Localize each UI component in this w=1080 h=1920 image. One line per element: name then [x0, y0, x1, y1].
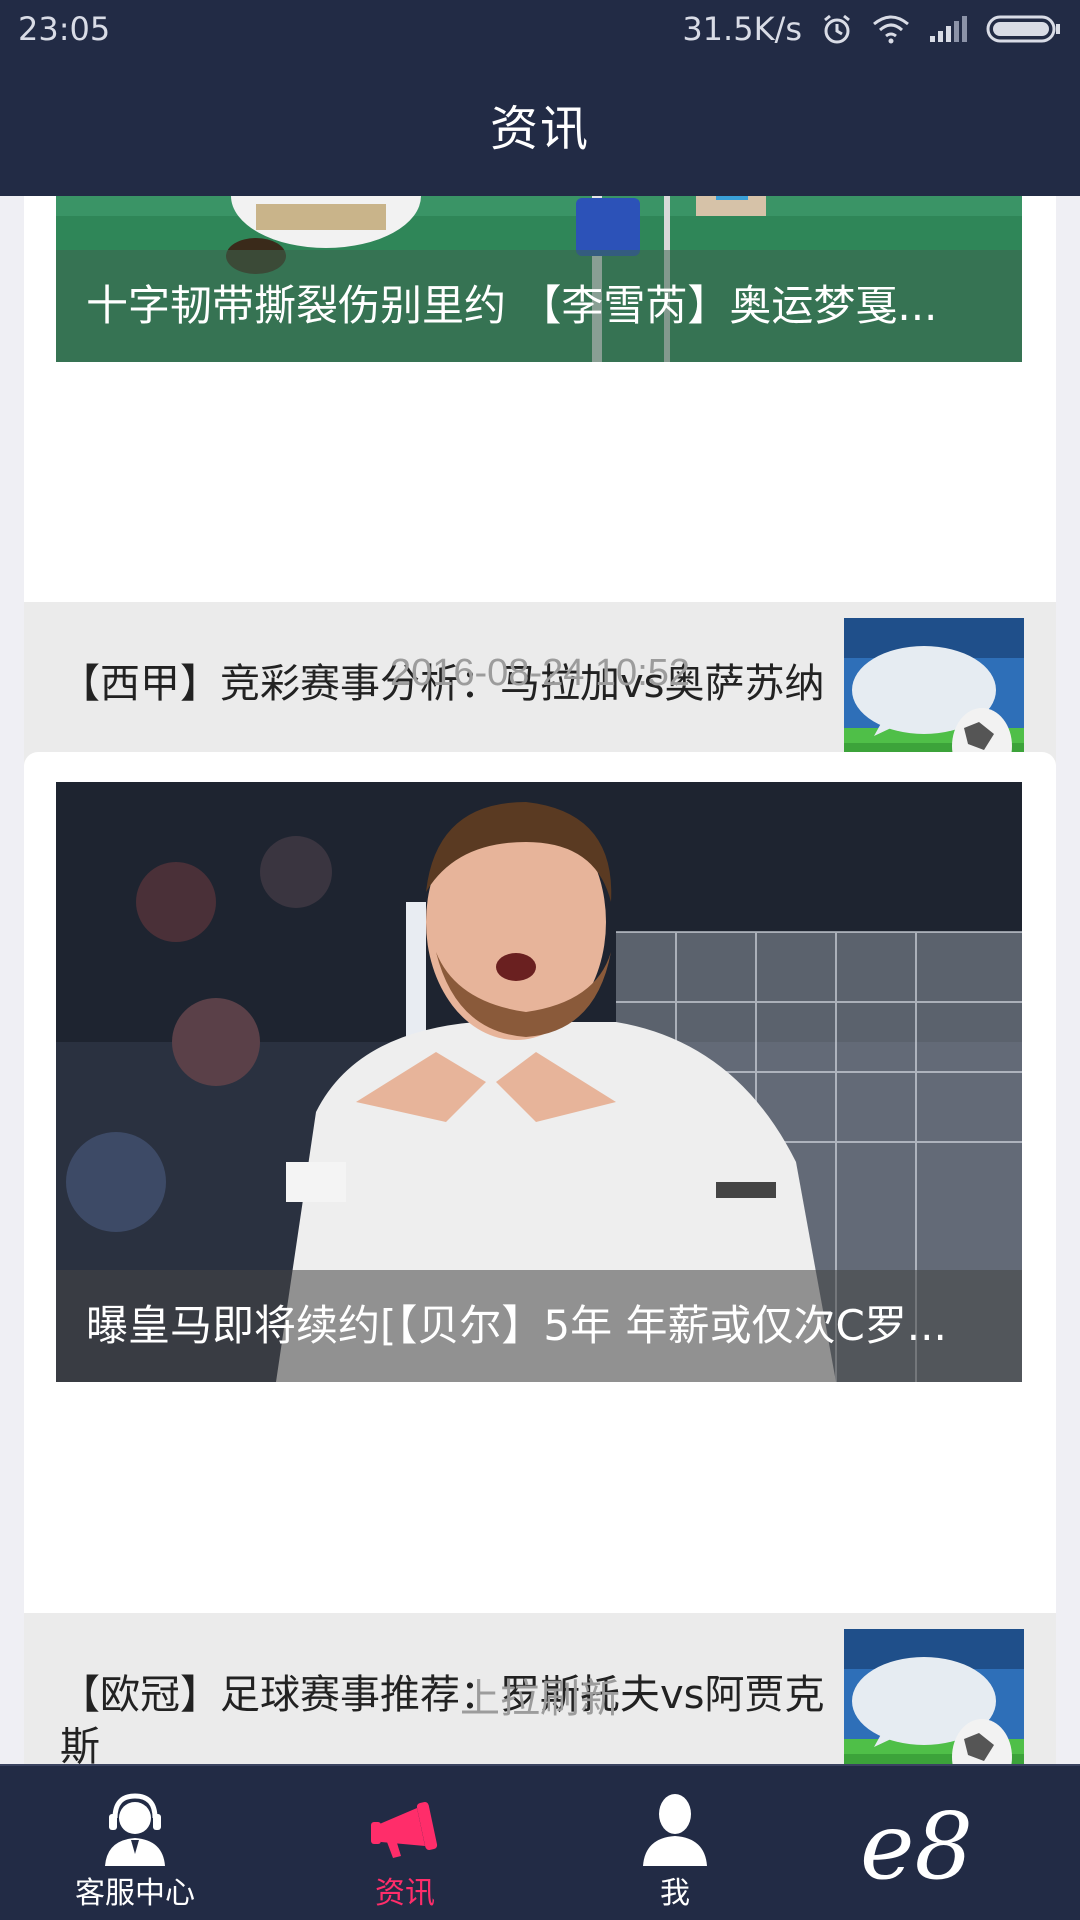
alarm-icon — [824, 14, 850, 44]
tab-me[interactable]: 我 — [540, 1766, 810, 1920]
app-header: 资讯 — [0, 62, 1080, 196]
wifi-icon — [873, 15, 909, 44]
tab-label: 我 — [660, 1876, 690, 1911]
customer-service-icon — [105, 1793, 165, 1866]
news-hero[interactable]: 曝皇马即将续约[【贝尔】5年 年薪或仅次C罗... — [56, 782, 1022, 1382]
hero-title: 曝皇马即将续约[【贝尔】5年 年薪或仅次C罗... — [56, 1270, 1022, 1382]
svg-text:e8: e8 — [860, 1793, 973, 1900]
news-feed[interactable]: 十字韧带撕裂伤别里约 【李雪芮】奥运梦戛... 【西甲】竞彩赛事分析：马拉加vs… — [0, 196, 1080, 1764]
news-hero[interactable]: 十字韧带撕裂伤别里约 【李雪芮】奥运梦戛... — [56, 196, 1022, 362]
status-icons: 31.5K/s — [682, 10, 1062, 48]
megaphone-icon — [371, 1802, 438, 1858]
tab-label: 资讯 — [375, 1876, 435, 1911]
tab-news[interactable]: 资讯 — [270, 1766, 540, 1920]
brand-logo: e8 — [840, 1786, 1040, 1906]
status-bar: 23:05 31.5K/s — [0, 0, 1080, 62]
tab-label: 客服中心 — [75, 1876, 195, 1911]
tab-customer-service[interactable]: 客服中心 — [0, 1766, 270, 1920]
page-title: 资讯 — [489, 101, 590, 157]
news-date-divider: 2016-08-24 10:52 — [389, 652, 691, 694]
news-card: 十字韧带撕裂伤别里约 【李雪芮】奥运梦戛... 【西甲】竞彩赛事分析：马拉加vs… — [24, 196, 1056, 816]
pull-to-refresh-hint: 上拉刷新 — [460, 1676, 620, 1722]
battery-icon — [986, 15, 1060, 43]
e8-logo-icon: e8 — [860, 1793, 973, 1900]
hero-title: 十字韧带撕裂伤别里约 【李雪芮】奥运梦戛... — [56, 250, 1022, 362]
bottom-tab-bar: 客服中心 资讯 我 e8 — [0, 1764, 1080, 1920]
signal-icon — [930, 16, 967, 42]
news-screen: 23:05 31.5K/s 资讯 十字韧带撕裂伤别里约 【李雪芮】奥运梦戛...… — [0, 0, 1080, 1920]
news-card: 曝皇马即将续约[【贝尔】5年 年薪或仅次C罗... 【欧冠】足球赛事推荐：罗斯托… — [24, 752, 1056, 1764]
status-time: 23:05 — [18, 10, 111, 48]
user-icon — [643, 1794, 707, 1866]
network-speed: 31.5K/s — [682, 10, 802, 48]
